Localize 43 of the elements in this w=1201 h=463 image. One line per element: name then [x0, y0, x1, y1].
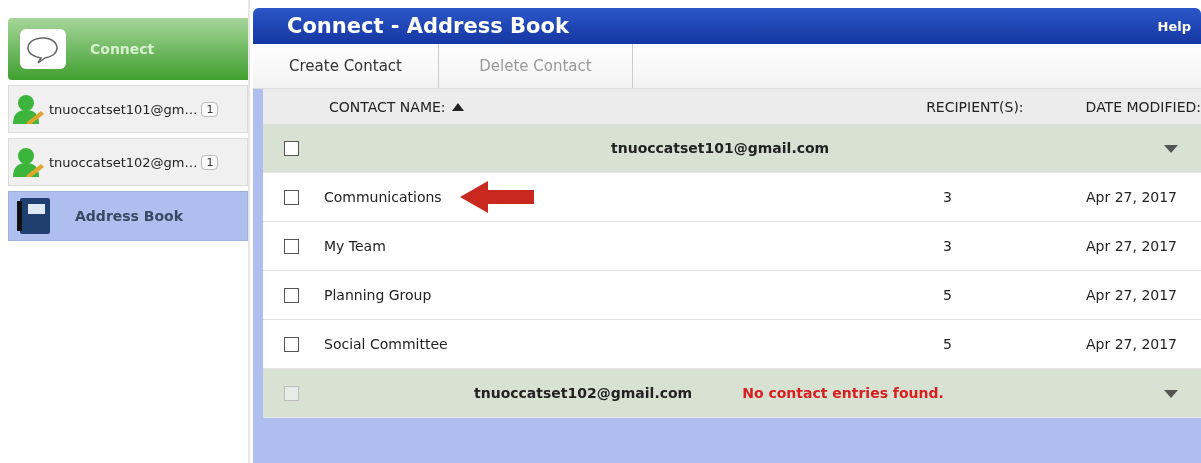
date-modified: Apr 27, 2017	[1085, 238, 1177, 254]
caret-icon[interactable]	[1164, 390, 1178, 398]
column-header[interactable]: CONTACT NAME:	[329, 98, 446, 115]
contact-name: Communications	[324, 189, 442, 205]
contact-row[interactable]: My Team 3 Apr 27, 2017	[263, 222, 1201, 271]
column-header[interactable]: RECIPIENT(S):	[792, 98, 1024, 115]
caret-icon[interactable]	[1164, 145, 1178, 153]
checkbox[interactable]	[284, 140, 299, 156]
checkbox[interactable]	[284, 336, 299, 352]
account-nav-item[interactable]: tnuoccatset101@gm… 1	[8, 85, 248, 133]
notebook-icon	[17, 198, 53, 234]
count-badge: 1	[201, 101, 219, 117]
recipient-count: 3	[942, 238, 952, 254]
column-header[interactable]: DATE MODIFIED:	[1023, 98, 1201, 115]
contact-name: My Team	[324, 238, 386, 254]
account-label: tnuoccatset102@gm…	[49, 154, 198, 170]
checkbox[interactable]	[284, 189, 299, 205]
account-nav-item[interactable]: tnuoccatset102@gm… 1	[8, 138, 248, 186]
date-modified: Apr 27, 2017	[1085, 189, 1177, 205]
contact-name: Social Committee	[324, 336, 448, 352]
account-label: tnuoccatset101@gm…	[49, 101, 198, 117]
group-email: tnuoccatset101@gmail.com	[611, 140, 830, 156]
checkbox[interactable]	[284, 238, 299, 254]
checkbox[interactable]	[284, 287, 299, 303]
recipient-count: 3	[942, 189, 952, 205]
recipient-count: 5	[942, 336, 952, 352]
group-row[interactable]: tnuoccatset101@gmail.com	[263, 124, 1201, 173]
person-pencil-icon	[13, 94, 45, 124]
count-badge: 1	[201, 154, 219, 170]
contact-row[interactable]: Communications 3 Apr 27, 2017	[263, 173, 1201, 222]
address-book-nav-item[interactable]: Address Book	[8, 191, 248, 241]
window-title: Connect - Address Book	[287, 14, 569, 38]
date-modified: Apr 27, 2017	[1085, 336, 1177, 352]
empty-message: No contact entries found.	[742, 385, 944, 401]
person-pencil-icon	[13, 147, 45, 177]
contact-name: Planning Group	[324, 287, 432, 303]
speech-bubble-icon	[20, 29, 66, 69]
group-email: tnuoccatset102@gmail.com	[474, 385, 693, 401]
create-contact-button[interactable]: Create Contact	[253, 44, 439, 88]
recipient-count: 5	[942, 287, 952, 303]
date-modified: Apr 27, 2017	[1085, 287, 1177, 303]
contact-row[interactable]: Planning Group 5 Apr 27, 2017	[263, 271, 1201, 320]
help-link[interactable]: Help	[1157, 18, 1191, 34]
